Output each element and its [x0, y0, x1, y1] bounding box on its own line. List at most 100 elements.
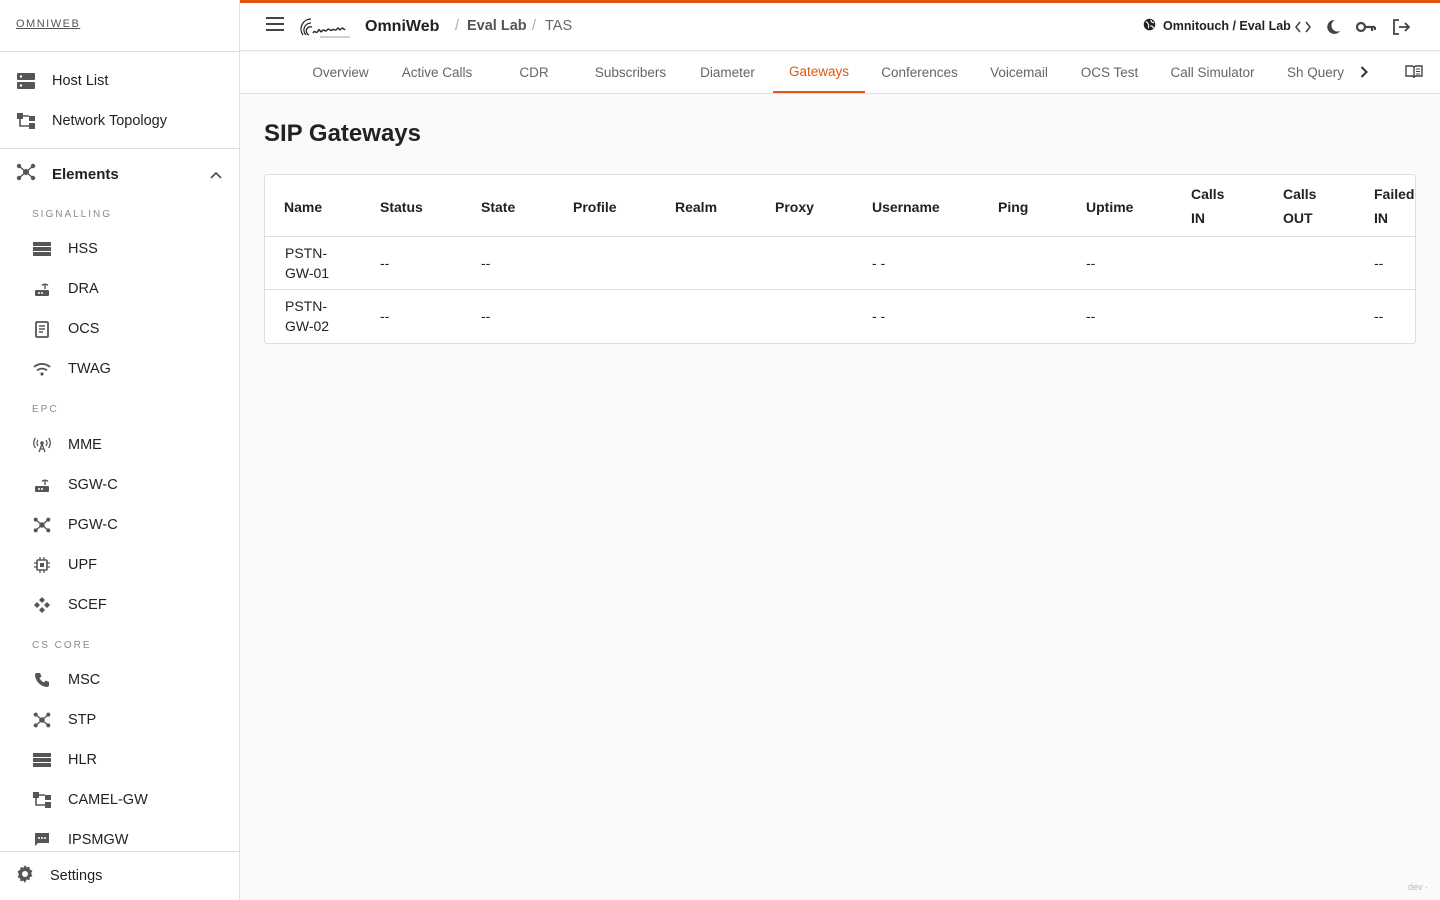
tab-voicemail[interactable]: Voicemail	[976, 52, 1062, 93]
sidebar-item-settings[interactable]: Settings	[16, 856, 102, 896]
tab-active-calls[interactable]: Active Calls	[387, 52, 487, 93]
column-header-failed-in[interactable]: Failed IN	[1374, 182, 1414, 230]
tab-subscribers[interactable]: Subscribers	[581, 52, 680, 93]
hub-icon	[32, 710, 52, 730]
sidebar-item-label: DRA	[68, 281, 99, 297]
router-icon	[32, 279, 52, 299]
breadcrumb-eval-lab[interactable]: Eval Lab	[467, 18, 527, 34]
sidebar-item-sgw-c[interactable]: SGW-C	[32, 465, 240, 505]
chevron-up-icon	[210, 166, 222, 183]
sidebar-item-label: HSS	[68, 241, 98, 257]
omnitouch-logo	[300, 15, 358, 39]
sidebar-item-upf[interactable]: UPF	[32, 545, 240, 585]
column-header-calls-out[interactable]: Calls OUT	[1283, 182, 1316, 230]
sidebar-item-dra[interactable]: DRA	[32, 269, 240, 309]
topology-icon	[16, 111, 36, 131]
page-title: SIP Gateways	[264, 120, 421, 147]
column-header-username[interactable]: Username	[872, 195, 940, 219]
sidebar-item-pgw-c[interactable]: PGW-C	[32, 505, 240, 545]
dark-mode-icon[interactable]	[1322, 17, 1344, 37]
sidebar-item-twag[interactable]: TWAG	[32, 349, 240, 389]
section-heading: EPC	[32, 404, 59, 415]
divider	[0, 148, 239, 149]
column-header-state[interactable]: State	[481, 195, 515, 219]
column-header-status[interactable]: Status	[380, 195, 423, 219]
column-header-realm[interactable]: Realm	[675, 195, 717, 219]
section-heading: SIGNALLING	[32, 209, 113, 220]
tab-overview[interactable]: Overview	[301, 52, 380, 93]
cell-uptime: --	[1086, 255, 1096, 271]
row-divider	[265, 236, 1415, 237]
elements-group-toggle[interactable]: Elements	[16, 154, 222, 194]
sidebar-item-label: OCS	[68, 321, 100, 337]
breadcrumb-tas: TAS	[545, 18, 573, 34]
sidebar-item-ocs[interactable]: OCS	[32, 309, 240, 349]
divider	[0, 51, 239, 52]
sidebar-item-stp[interactable]: STP	[32, 700, 240, 740]
cell-state: --	[481, 255, 491, 271]
header-line: IN	[1374, 210, 1388, 226]
cell-line: PSTN-	[285, 245, 327, 261]
code-icon[interactable]	[1292, 17, 1314, 37]
section-heading: CS CORE	[32, 640, 92, 651]
org-selector[interactable]: Omnitouch / Eval Lab	[1143, 18, 1291, 34]
cell-name: PSTN- GW-01	[285, 243, 329, 283]
billing-icon	[32, 319, 52, 339]
chevron-right-icon[interactable]	[1355, 62, 1373, 82]
sidebar-item-label: HLR	[68, 752, 98, 768]
sidebar-item-network-topology[interactable]: Network Topology	[16, 101, 240, 141]
tab-diameter[interactable]: Diameter	[687, 52, 768, 93]
storage-icon	[32, 239, 52, 259]
sidebar-item-label: IPSMGW	[68, 832, 129, 848]
sidebar-item-label: CAMEL-GW	[68, 792, 148, 808]
tab-ocs-test[interactable]: OCS Test	[1070, 52, 1149, 93]
cell-failed-in: --	[1374, 308, 1384, 324]
tab-sh-query[interactable]: Sh Query	[1276, 52, 1355, 93]
logout-icon[interactable]	[1390, 17, 1412, 37]
gateways-table: Name Status State Profile Realm Proxy Us…	[264, 174, 1416, 344]
tab-gateways[interactable]: Gateways	[773, 52, 865, 93]
app-name[interactable]: OmniWeb	[365, 18, 439, 36]
router-icon	[32, 475, 52, 495]
column-header-uptime[interactable]: Uptime	[1086, 195, 1133, 219]
cell-name: PSTN- GW-02	[285, 296, 329, 336]
sidebar-item-host-list[interactable]: Host List	[16, 61, 240, 101]
breadcrumb-separator: /	[532, 18, 537, 34]
brand-link[interactable]: OMNIWEB	[16, 18, 80, 30]
storage-icon	[32, 750, 52, 770]
column-header-calls-in[interactable]: Calls IN	[1191, 182, 1224, 230]
cell-uptime: --	[1086, 308, 1096, 324]
org-label: Omnitouch / Eval Lab	[1163, 19, 1291, 33]
sidebar-item-camel-gw[interactable]: CAMEL-GW	[32, 780, 240, 820]
sidebar-item-label: MME	[68, 437, 102, 453]
sidebar-item-scef[interactable]: SCEF	[32, 585, 240, 625]
diamond-nodes-icon	[32, 595, 52, 615]
elements-label: Elements	[52, 165, 119, 183]
cell-line: GW-02	[285, 318, 330, 334]
phone-icon	[32, 670, 52, 690]
sidebar-item-label: MSC	[68, 672, 101, 688]
tab-cdr[interactable]: CDR	[494, 52, 574, 93]
column-header-proxy[interactable]: Proxy	[775, 195, 814, 219]
sidebar-item-hlr[interactable]: HLR	[32, 740, 240, 780]
docs-icon[interactable]	[1404, 62, 1424, 82]
cell-status: --	[380, 308, 390, 324]
column-header-profile[interactable]: Profile	[573, 195, 617, 219]
sidebar-item-label: STP	[68, 712, 97, 728]
cell-state: --	[481, 308, 491, 324]
sidebar-item-msc[interactable]: MSC	[32, 660, 240, 700]
message-icon	[32, 830, 52, 850]
cell-username: - -	[872, 255, 886, 271]
header-line: Failed	[1374, 186, 1415, 202]
sidebar-item-hss[interactable]: HSS	[32, 229, 240, 269]
menu-icon[interactable]	[266, 17, 288, 37]
key-icon[interactable]	[1355, 17, 1377, 37]
globe-icon	[1143, 18, 1156, 34]
tab-call-simulator[interactable]: Call Simulator	[1156, 52, 1269, 93]
sidebar: OMNIWEB Host List Network Topology Eleme…	[0, 0, 240, 900]
column-header-name[interactable]: Name	[284, 195, 322, 219]
sidebar-item-label: Host List	[52, 73, 109, 89]
tab-conferences[interactable]: Conferences	[871, 52, 968, 93]
column-header-ping[interactable]: Ping	[998, 195, 1028, 219]
sidebar-item-mme[interactable]: MME	[32, 425, 240, 465]
